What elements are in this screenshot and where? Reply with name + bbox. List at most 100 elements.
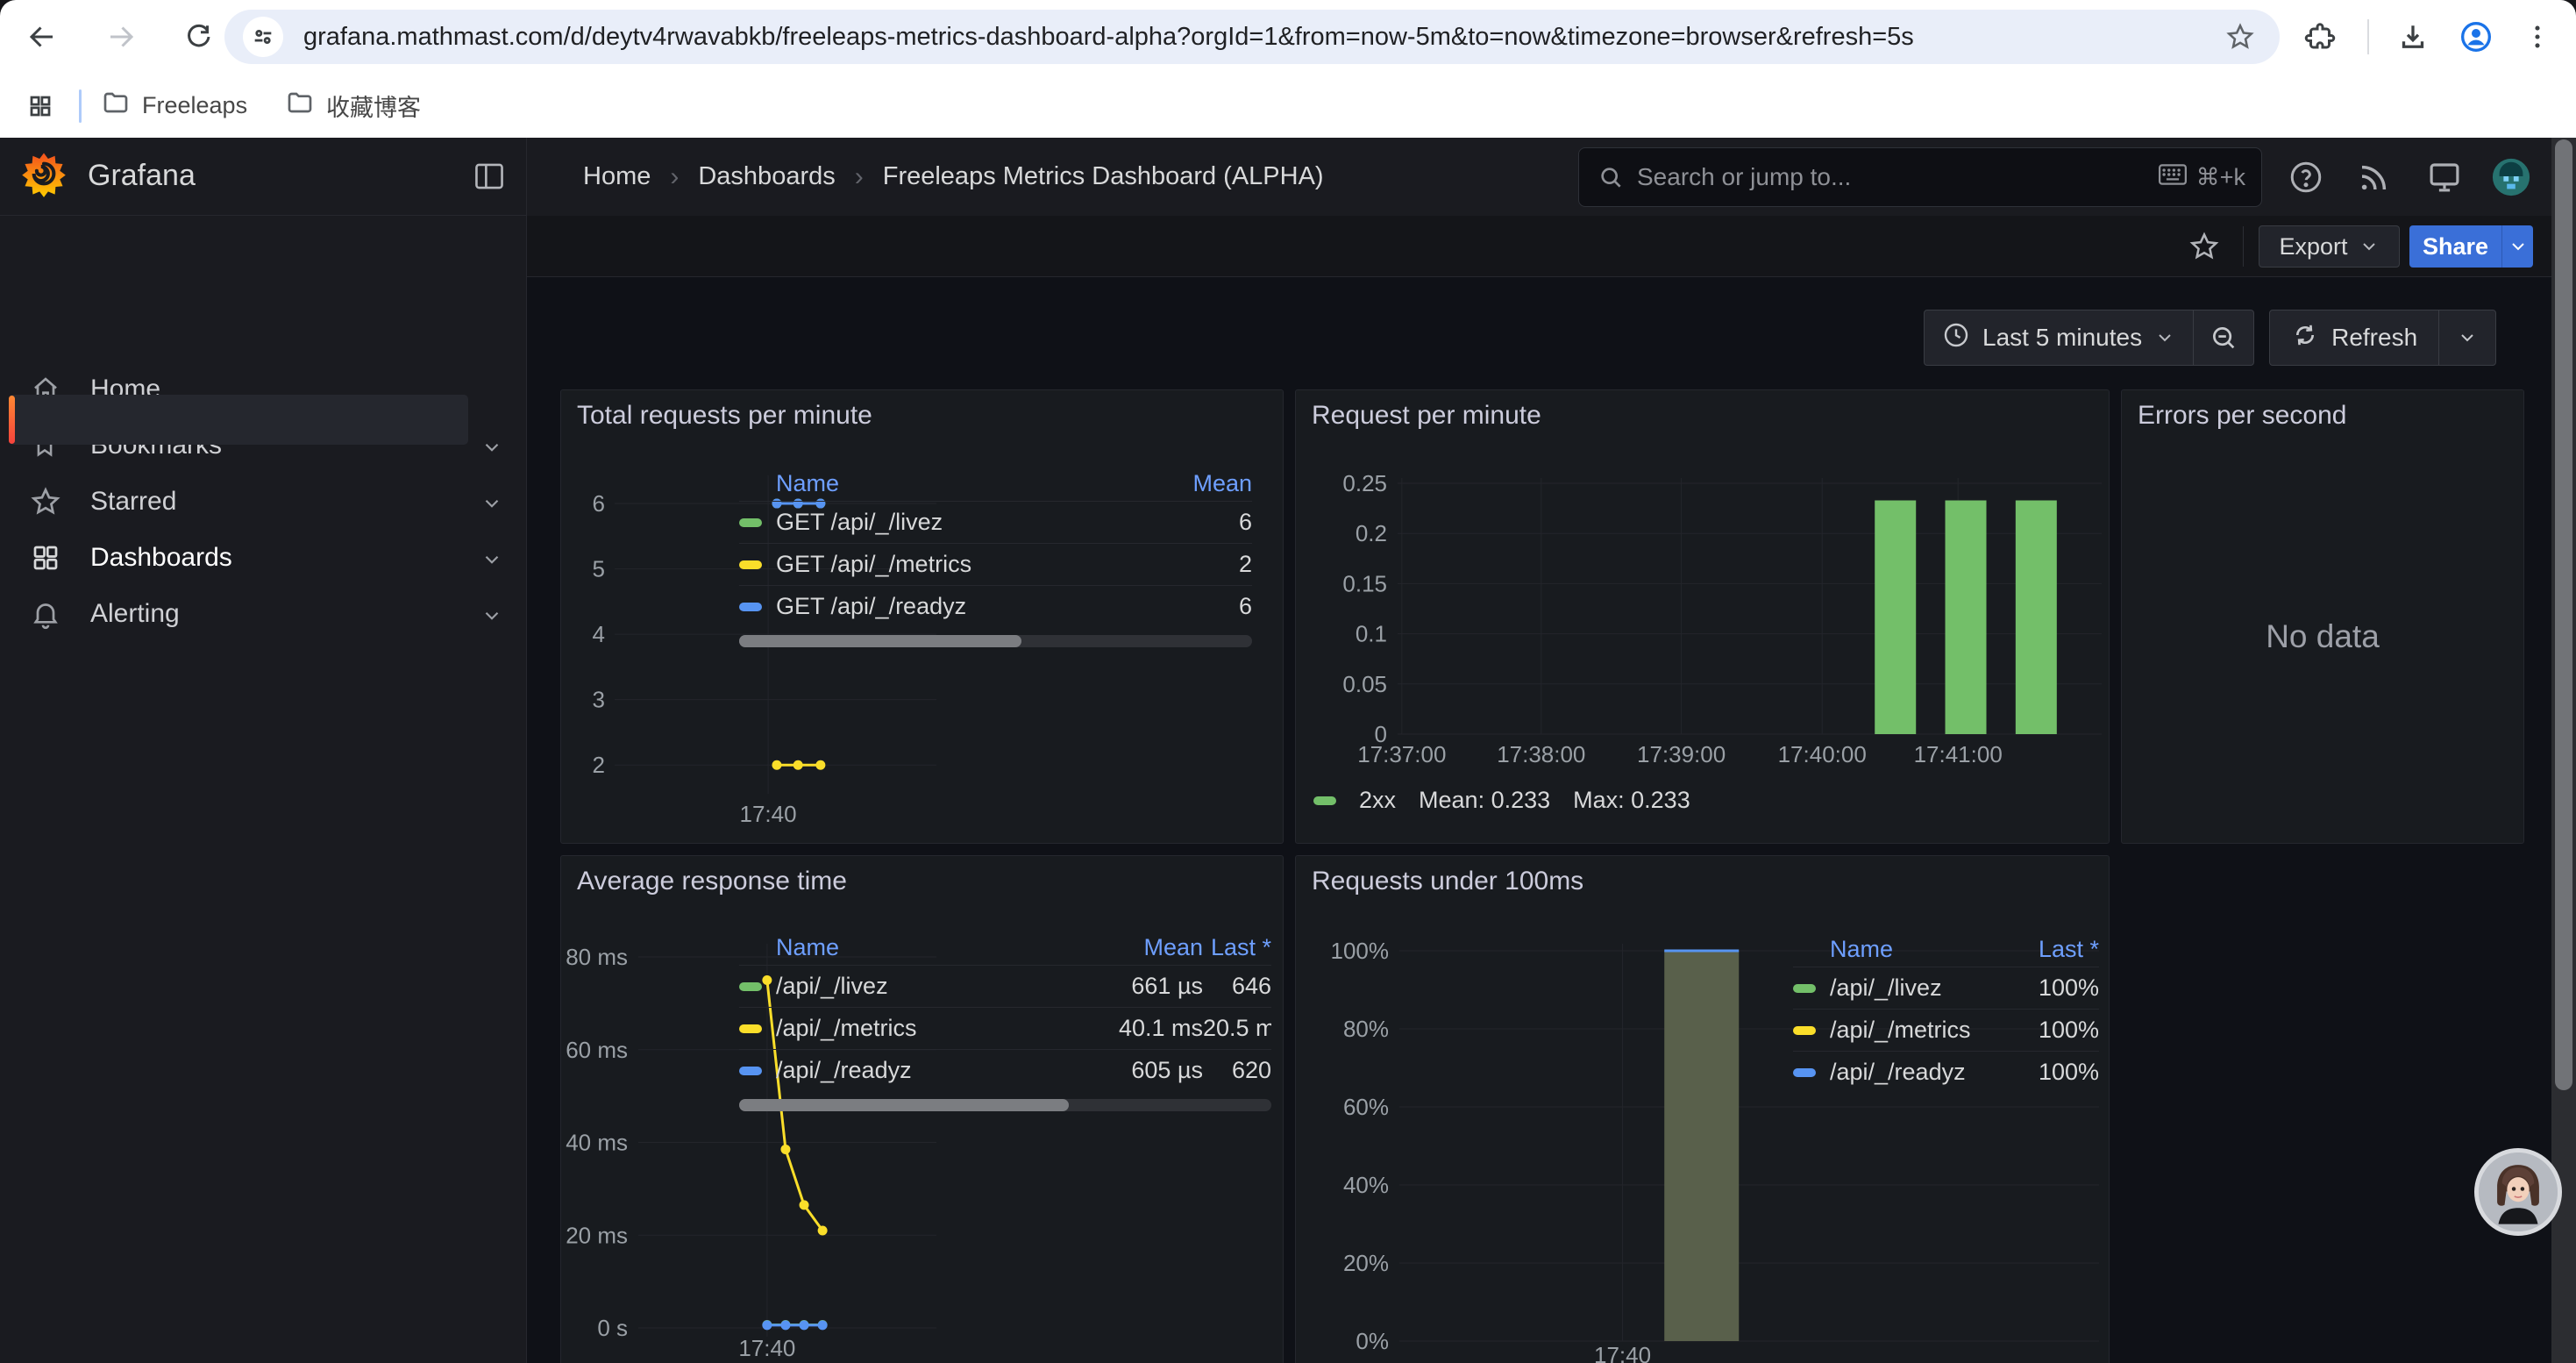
legend-row[interactable]: /api/_/readyz605 µs620 xyxy=(739,1049,1271,1091)
reload-icon[interactable] xyxy=(172,11,224,63)
sidebar-item-alerting[interactable]: Alerting xyxy=(0,589,527,639)
legend-inline[interactable]: 2xxMean: 0.233Max: 0.233 xyxy=(1313,787,1690,814)
legend-scrollbar-thumb[interactable] xyxy=(739,1099,1069,1111)
time-range-picker[interactable]: Last 5 minutes xyxy=(1925,321,2193,355)
series-name[interactable]: /api/_/readyz xyxy=(1830,1059,1966,1086)
legend-col-name[interactable]: Name xyxy=(1793,936,2011,963)
legend-col-name[interactable]: Name xyxy=(739,470,1147,497)
downloads-icon[interactable] xyxy=(2387,11,2439,63)
series-mean: 6 xyxy=(1147,593,1252,620)
bookmark-label: Freeleaps xyxy=(142,92,247,119)
breadcrumb: Home › Dashboards › Freeleaps Metrics Da… xyxy=(583,138,1324,216)
page-scrollbar-thumb[interactable] xyxy=(2555,139,2572,1090)
svg-text:0.2: 0.2 xyxy=(1356,520,1387,546)
sidebar-item-label: Starred xyxy=(90,487,176,517)
svg-text:0.25: 0.25 xyxy=(1342,470,1387,496)
legend-row[interactable]: /api/_/metrics100% xyxy=(1793,1009,2099,1051)
legend-col-name[interactable]: Name xyxy=(739,934,1063,961)
share-menu-button[interactable] xyxy=(2501,225,2533,268)
news-rss-icon[interactable] xyxy=(2356,159,2393,196)
legend-col-mean[interactable]: Mean xyxy=(1147,470,1252,497)
apps-grid-icon[interactable] xyxy=(14,80,67,132)
panel-errors-per-second: Errors per second No data xyxy=(2121,389,2524,844)
sidebar-item-label: Alerting xyxy=(90,599,180,629)
series-name[interactable]: GET /api/_/readyz xyxy=(776,593,966,620)
series-name[interactable]: /api/_/readyz xyxy=(776,1057,912,1084)
assistant-avatar[interactable] xyxy=(2474,1148,2562,1236)
forward-icon[interactable] xyxy=(95,11,147,63)
search-input[interactable]: Search or jump to... ⌘+k xyxy=(1578,147,2262,207)
series-color-pill xyxy=(739,518,762,527)
bookmark-star-icon[interactable] xyxy=(2225,22,2255,56)
legend-col-mean[interactable]: Mean xyxy=(1063,934,1203,961)
svg-text:17:39:00: 17:39:00 xyxy=(1637,741,1726,767)
series-name[interactable]: /api/_/livez xyxy=(1830,974,1942,1002)
export-button[interactable]: Export xyxy=(2259,225,2400,268)
legend-row[interactable]: /api/_/livez661 µs646 xyxy=(739,965,1271,1007)
series-last: 20.5 m xyxy=(1203,1015,1271,1042)
series-mean: 2 xyxy=(1147,551,1252,578)
url-text[interactable]: grafana.mathmast.com/d/deytv4rwavabkb/fr… xyxy=(303,10,1914,64)
back-icon[interactable] xyxy=(16,11,68,63)
legend-col-last[interactable]: Last * xyxy=(1203,934,1271,961)
favorite-star-icon[interactable] xyxy=(2188,231,2220,267)
chevron-down-icon[interactable] xyxy=(480,548,503,578)
breadcrumb-dashboards[interactable]: Dashboards xyxy=(698,162,835,191)
profile-icon[interactable] xyxy=(2450,11,2502,63)
series-color-pill xyxy=(739,603,762,611)
share-button[interactable]: Share xyxy=(2409,225,2501,268)
series-name[interactable]: 2xx xyxy=(1359,787,1396,814)
sidebar-item-dashboards[interactable]: Dashboards xyxy=(0,532,527,582)
legend-row[interactable]: /api/_/metrics40.1 ms20.5 m xyxy=(739,1007,1271,1049)
legend-row[interactable]: /api/_/livez100% xyxy=(1793,967,2099,1009)
dashboard-subheader: Export Share xyxy=(527,216,2576,277)
series-last: 100% xyxy=(2011,1059,2099,1086)
legend-scrollbar-track[interactable] xyxy=(739,1099,1271,1111)
zoom-out-button[interactable] xyxy=(2193,310,2253,365)
legend-col-last[interactable]: Last * xyxy=(2011,936,2099,963)
chevron-down-icon[interactable] xyxy=(480,436,503,466)
svg-text:6: 6 xyxy=(593,490,605,517)
series-name[interactable]: /api/_/metrics xyxy=(1830,1017,1971,1044)
legend-row[interactable]: GET /api/_/livez 6 xyxy=(739,501,1252,543)
refresh-interval-button[interactable] xyxy=(2438,310,2495,365)
breadcrumb-home[interactable]: Home xyxy=(583,162,651,191)
chevron-down-icon[interactable] xyxy=(480,492,503,522)
bookmark-folder-blogs[interactable]: 收藏博客 xyxy=(272,79,435,132)
chevron-down-icon[interactable] xyxy=(480,604,503,634)
bookmark-folder-freeleaps[interactable]: Freeleaps xyxy=(88,79,261,132)
url-bar[interactable]: grafana.mathmast.com/d/deytv4rwavabkb/fr… xyxy=(224,10,2280,64)
share-split-button: Share xyxy=(2409,225,2533,268)
series-name[interactable]: /api/_/livez xyxy=(776,973,888,1000)
legend-scrollbar-thumb[interactable] xyxy=(739,635,1021,647)
sidebar-item-starred[interactable]: Starred xyxy=(0,476,527,527)
user-avatar[interactable] xyxy=(2491,157,2528,194)
legend-row[interactable]: /api/_/readyz 100% xyxy=(1793,1051,2099,1093)
browser-menu-icon[interactable] xyxy=(2511,11,2564,63)
svg-text:80 ms: 80 ms xyxy=(566,944,628,970)
series-name[interactable]: /api/_/metrics xyxy=(776,1015,917,1042)
site-settings-icon[interactable] xyxy=(243,17,283,57)
panel-total-requests-per-minute: Total requests per minute 6543217:40 Nam… xyxy=(560,389,1284,844)
legend-table: NameLast */api/_/livez100%/api/_/metrics… xyxy=(1793,931,2099,1093)
help-icon[interactable] xyxy=(2288,159,2324,196)
legend-row[interactable]: GET /api/_/readyz 6 xyxy=(739,585,1252,627)
refresh-button[interactable]: Refresh xyxy=(2270,321,2438,355)
grafana-logo-icon[interactable] xyxy=(21,149,67,203)
svg-text:40%: 40% xyxy=(1343,1172,1389,1198)
series-last: 646 xyxy=(1203,973,1271,1000)
refresh-group: Refresh xyxy=(2269,310,2496,366)
svg-text:60%: 60% xyxy=(1343,1094,1389,1120)
sidebar-collapse-icon[interactable] xyxy=(473,162,505,195)
series-name[interactable]: GET /api/_/livez xyxy=(776,509,943,536)
search-placeholder: Search or jump to... xyxy=(1637,163,1851,191)
legend-row[interactable]: GET /api/_/metrics 2 xyxy=(739,543,1252,585)
legend-scrollbar-track[interactable] xyxy=(739,635,1252,647)
export-label: Export xyxy=(2279,233,2347,260)
series-mean: 6 xyxy=(1147,509,1252,536)
extensions-icon[interactable] xyxy=(2294,11,2346,63)
panel-title[interactable]: Errors per second xyxy=(2138,401,2346,431)
series-name[interactable]: GET /api/_/metrics xyxy=(776,551,971,578)
brand-name: Grafana xyxy=(88,159,196,193)
monitor-icon[interactable] xyxy=(2426,159,2463,196)
